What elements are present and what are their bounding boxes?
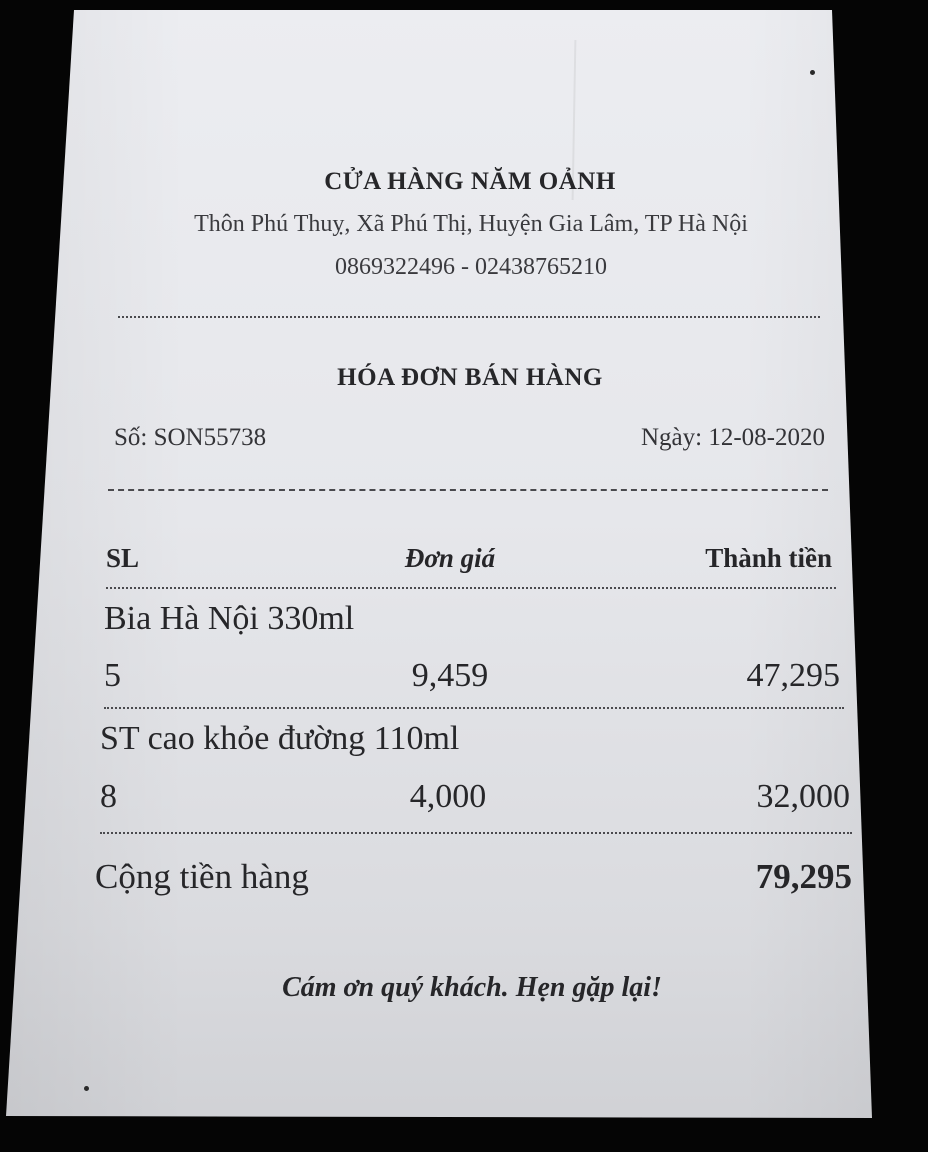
item-amount: 32,000	[756, 778, 851, 815]
store-phones: 0869322496 - 02438765210	[335, 254, 607, 280]
divider-top	[118, 316, 820, 318]
item-amount: 47,295	[746, 657, 841, 694]
store-address: Thôn Phú Thuỵ, Xã Phú Thị, Huyện Gia Lâm…	[194, 211, 748, 237]
column-header-qty: SL	[106, 543, 140, 573]
total-label: Cộng tiền hàng	[95, 857, 309, 896]
store-name: CỬA HÀNG NĂM OẢNH	[324, 168, 616, 195]
item-unit-price: 4,000	[409, 778, 487, 815]
column-header-amount: Thành tiền	[705, 543, 832, 573]
photo-background: CỬA HÀNG NĂM OẢNH Thôn Phú Thuỵ, Xã Phú …	[0, 0, 928, 1152]
item-name: ST cao khỏe đường 110ml	[100, 720, 460, 757]
divider-header	[108, 489, 828, 491]
divider-item-2	[100, 832, 852, 834]
item-qty: 8	[100, 778, 117, 815]
paper-speck	[84, 1086, 89, 1091]
divider-item-1	[104, 707, 844, 709]
item-qty: 5	[104, 657, 121, 694]
invoice-title: HÓA ĐƠN BÁN HÀNG	[337, 364, 603, 391]
item-unit-price: 9,459	[411, 657, 489, 694]
item-name: Bia Hà Nội 330ml	[104, 600, 355, 637]
paper-speck	[810, 70, 815, 75]
total-value: 79,295	[755, 857, 852, 896]
thank-you-message: Cám ơn quý khách. Hẹn gặp lại!	[282, 972, 662, 1003]
invoice-number: Số: SON55738	[114, 424, 267, 451]
column-header-unit-price: Đơn giá	[404, 543, 496, 573]
divider-columns	[106, 587, 836, 589]
invoice-date: Ngày: 12-08-2020	[641, 424, 825, 451]
